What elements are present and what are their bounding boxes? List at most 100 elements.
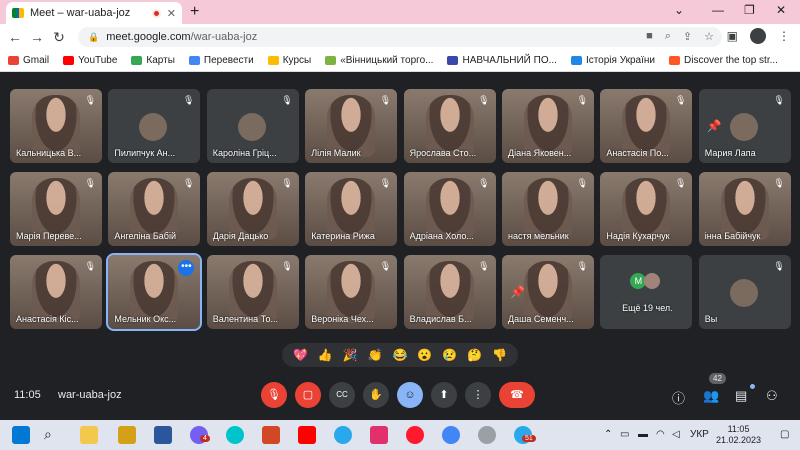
lock-icon[interactable]: 🔒 xyxy=(88,32,99,43)
powerpoint-icon[interactable] xyxy=(262,426,280,444)
meeting-info-icon[interactable]: ⓘ xyxy=(672,388,685,407)
forward-icon[interactable]: → xyxy=(26,29,48,45)
chrome-active-icon[interactable] xyxy=(478,426,496,444)
participant-tile[interactable]: ••• Мельник Окс... xyxy=(106,253,203,331)
bookmark-item[interactable]: Карты xyxy=(131,55,175,66)
reaction-emoji-icon[interactable]: 😮 xyxy=(417,348,432,362)
bookmark-item[interactable]: YouTube xyxy=(63,55,117,66)
tab-close-icon[interactable]: ✕ xyxy=(167,7,176,20)
battery-icon[interactable]: ▬ xyxy=(638,429,648,440)
participant-tile[interactable]: 🎙 Марія Переве... xyxy=(10,172,102,246)
reaction-emoji-icon[interactable]: 💖 xyxy=(293,348,308,362)
app-icon[interactable] xyxy=(118,426,136,444)
back-icon[interactable]: ← xyxy=(4,29,26,45)
browser-tab[interactable]: Meet – war-uaba-joz ✕ xyxy=(6,2,182,24)
chrome-icon[interactable] xyxy=(442,426,460,444)
leave-call-button[interactable]: ☎ xyxy=(499,382,535,408)
activities-icon[interactable]: ⚇ xyxy=(766,388,778,404)
instagram-icon[interactable] xyxy=(370,426,388,444)
notifications-icon[interactable]: ▢ xyxy=(780,429,789,440)
participant-tile[interactable]: 🎙 Ярослава Сто... xyxy=(403,89,496,163)
menu-kebab-icon[interactable]: ⋮ xyxy=(778,29,790,43)
participant-tile[interactable]: 🎙 Кальницька В... xyxy=(10,89,102,163)
youtube-icon[interactable] xyxy=(298,426,316,444)
raise-hand-button[interactable]: ✋ xyxy=(363,382,389,408)
file-explorer-icon[interactable] xyxy=(80,426,98,444)
bookmark-item[interactable]: «Вінницький торго... xyxy=(325,55,433,66)
participant-tile[interactable]: 🎙 настя мельник xyxy=(502,172,594,246)
sidepanel-icon[interactable]: ▣ xyxy=(727,29,738,43)
pin-icon[interactable]: 📌 xyxy=(707,119,722,133)
windows-start-icon[interactable] xyxy=(12,426,30,444)
bookmark-item[interactable]: Перевести xyxy=(188,55,254,66)
participant-tile[interactable]: 🎙 Кароліна Гріц... xyxy=(206,89,299,163)
bookmark-star-icon[interactable]: ☆ xyxy=(704,30,714,43)
pin-icon[interactable]: 📌 xyxy=(510,285,525,299)
canva-icon[interactable] xyxy=(226,426,244,444)
bookmark-item[interactable]: Discover the top str... xyxy=(669,55,778,66)
mic-off-button[interactable]: 🎙 xyxy=(261,382,287,408)
participant-tile[interactable]: M Ещё 19 чел. xyxy=(600,255,693,329)
minimize-button[interactable]: — xyxy=(712,3,724,17)
participant-tile[interactable]: 🎙 Пилипчук Ан... xyxy=(108,89,201,163)
reaction-emoji-icon[interactable]: 👍 xyxy=(318,348,333,362)
system-clock[interactable]: 11:05 21.02.2023 xyxy=(716,424,761,446)
bookmark-item[interactable]: Історія України xyxy=(570,55,655,66)
participant-tile[interactable]: 📌 🎙 Даша Семенч... xyxy=(502,255,594,329)
participant-tile[interactable]: 🎙 Адріана Холо... xyxy=(403,172,496,246)
address-bar[interactable]: 🔒 meet.google.com /war-uaba-joz ■ ⌕ ⇪ ☆ xyxy=(78,27,722,47)
participant-tile[interactable]: 🎙 Вероніка Чех... xyxy=(305,255,398,329)
participant-tile[interactable]: 🎙 Лілія Малик xyxy=(305,89,398,163)
search-icon[interactable]: ⌕ xyxy=(44,426,62,444)
participant-tile[interactable]: 🎙 Вы xyxy=(698,255,791,329)
participant-tile[interactable]: 🎙 інна Бабійчук xyxy=(698,172,791,246)
more-options-button[interactable]: ⋮ xyxy=(465,382,491,408)
captions-button[interactable]: CC xyxy=(329,382,355,408)
reaction-emoji-icon[interactable]: 🤔 xyxy=(467,348,482,362)
language-indicator[interactable]: УКР xyxy=(690,429,709,440)
close-window-button[interactable]: ✕ xyxy=(776,3,786,17)
participant-tile[interactable]: 🎙 Анастасія Кіс... xyxy=(10,255,102,329)
share-icon[interactable]: ⇪ xyxy=(683,30,692,43)
participant-tile[interactable]: 🎙 Діана Яковен... xyxy=(502,89,594,163)
participant-tile[interactable]: 🎙 Владислав Б... xyxy=(403,255,496,329)
participant-tile[interactable]: 🎙 Ангеліна Бабій xyxy=(108,172,201,246)
people-icon[interactable]: 👥 xyxy=(703,388,719,404)
participant-tile[interactable]: 🎙 Дарія Дацько xyxy=(206,172,299,246)
reaction-emoji-icon[interactable]: 👎 xyxy=(492,348,507,362)
new-tab-button[interactable]: + xyxy=(190,3,199,21)
tray-chevron-icon[interactable]: ⌃ xyxy=(604,429,612,440)
participant-tile[interactable]: 🎙 Надія Кухарчук xyxy=(600,172,693,246)
word-icon[interactable] xyxy=(154,426,172,444)
bookmark-item[interactable]: Gmail xyxy=(8,55,49,66)
profile-avatar[interactable] xyxy=(750,28,766,44)
bookmark-item[interactable]: НАВЧАЛЬНИЙ ПО... xyxy=(447,55,557,66)
bookmark-item[interactable]: Курсы xyxy=(267,55,311,66)
chat-icon[interactable]: ▤ xyxy=(735,388,747,404)
meet-favicon-icon xyxy=(12,8,24,18)
maximize-button[interactable]: ❐ xyxy=(744,3,755,17)
tab-search-icon[interactable]: ⌄ xyxy=(674,3,684,17)
camera-off-button[interactable]: ▢ xyxy=(295,382,321,408)
participant-tile[interactable]: 📌 🎙 Мария Лапа xyxy=(698,89,791,163)
participant-tile[interactable]: 🎙 Валентина То... xyxy=(206,255,299,329)
opera-icon[interactable] xyxy=(406,426,424,444)
reaction-emoji-icon[interactable]: 😂 xyxy=(392,348,407,362)
wifi-icon[interactable]: ◠ xyxy=(656,429,665,440)
participant-tile[interactable]: 🎙 Анастасія По... xyxy=(600,89,693,163)
volume-icon[interactable]: ◁ xyxy=(672,429,680,440)
reaction-emoji-icon[interactable]: 👏 xyxy=(368,348,383,362)
telegram-icon[interactable] xyxy=(334,426,352,444)
reaction-emoji-icon[interactable]: 🎉 xyxy=(343,348,358,362)
camera-tray-icon[interactable]: ▭ xyxy=(620,429,629,440)
reload-icon[interactable]: ↻ xyxy=(48,29,70,46)
present-screen-button[interactable]: ⬆ xyxy=(431,382,457,408)
participant-tile[interactable]: 🎙 Катерина Рижа xyxy=(305,172,398,246)
tile-more-options-icon[interactable]: ••• xyxy=(178,260,195,276)
reaction-emoji-icon[interactable]: 😢 xyxy=(442,348,457,362)
participant-name: Мельник Окс... xyxy=(114,314,177,324)
participant-name: Даша Семенч... xyxy=(508,314,574,324)
zoom-icon[interactable]: ⌕ xyxy=(665,30,671,43)
reactions-button[interactable]: ☺ xyxy=(397,382,423,408)
camera-permission-icon[interactable]: ■ xyxy=(646,30,653,43)
